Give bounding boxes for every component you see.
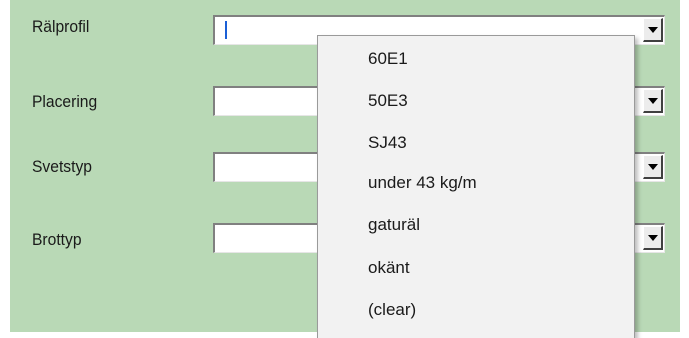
svetstyp-dropdown-button[interactable] (643, 155, 663, 179)
dropdown-option-60e1[interactable]: 60E1 (368, 49, 408, 69)
field-label-svetstyp: Svetstyp (32, 157, 92, 176)
dropdown-option-gatural[interactable]: gaturäl (368, 215, 420, 235)
chevron-down-icon (647, 234, 658, 241)
text-caret (225, 21, 227, 39)
ralprofil-dropdown-list: 60E1 50E3 SJ43 under 43 kg/m gaturäl okä… (317, 35, 635, 338)
dropdown-option-under-43[interactable]: under 43 kg/m (368, 173, 477, 193)
field-label-brottyp: Brottyp (32, 230, 82, 249)
dropdown-option-sj43[interactable]: SJ43 (368, 133, 407, 153)
chevron-down-icon (647, 163, 658, 170)
dropdown-option-50e3[interactable]: 50E3 (368, 91, 408, 111)
ralprofil-dropdown-button[interactable] (643, 18, 663, 42)
brottyp-dropdown-button[interactable] (643, 226, 663, 250)
field-label-placering: Placering (32, 92, 98, 111)
dropdown-option-clear[interactable]: (clear) (368, 300, 416, 320)
chevron-down-icon (647, 97, 658, 104)
placering-dropdown-button[interactable] (643, 89, 663, 113)
chevron-down-icon (647, 26, 658, 33)
dropdown-option-okant[interactable]: okänt (368, 258, 410, 278)
form-window: Rälprofil Placering Svetstyp Brottyp 60E… (0, 0, 689, 338)
field-label-ralprofil: Rälprofil (32, 17, 90, 36)
